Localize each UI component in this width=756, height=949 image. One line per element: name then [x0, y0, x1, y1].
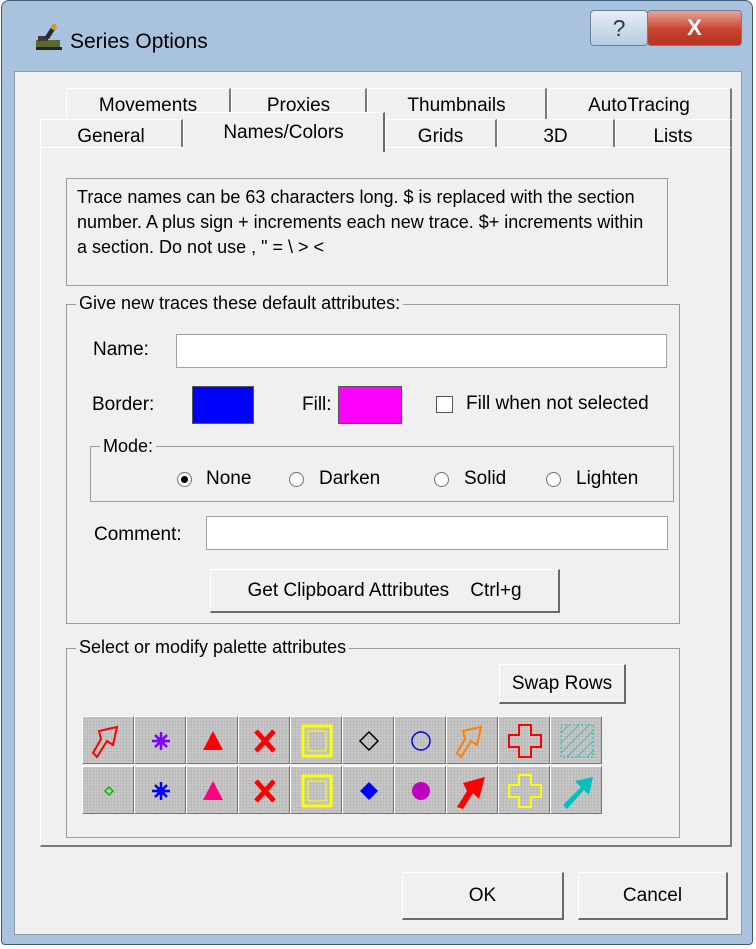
- yellow-square-outline-icon: [301, 774, 333, 808]
- palette-button[interactable]: [134, 766, 186, 814]
- swap-rows-button[interactable]: Swap Rows: [499, 664, 626, 704]
- palette-button[interactable]: [550, 716, 602, 764]
- palette-button[interactable]: [238, 766, 290, 814]
- info-text: Trace names can be 63 characters long. $…: [66, 178, 668, 286]
- yellow-cross-outline-icon: [508, 774, 542, 808]
- palette-button[interactable]: [394, 766, 446, 814]
- black-diamond-outline-icon: [358, 730, 380, 752]
- palette-button[interactable]: [290, 716, 342, 764]
- palette-button[interactable]: [498, 766, 550, 814]
- palette-button[interactable]: [186, 716, 238, 764]
- mode-lighten-label: Lighten: [576, 468, 639, 489]
- red-x-icon: [254, 779, 276, 803]
- blue-star-icon: [152, 782, 170, 800]
- palette-button[interactable]: [342, 716, 394, 764]
- yellow-square-outline-icon: [301, 724, 333, 758]
- get-clipboard-label: Get Clipboard Attributes Ctrl+g: [247, 579, 522, 601]
- palette-group-label: Select or modify palette attributes: [76, 637, 350, 658]
- fill-color-swatch[interactable]: [338, 386, 402, 424]
- palette-button[interactable]: [82, 716, 134, 764]
- red-x-icon: [254, 729, 276, 753]
- border-label: Border:: [92, 394, 155, 415]
- tab-label: Grids: [417, 125, 464, 147]
- cancel-button[interactable]: Cancel: [578, 872, 728, 920]
- red-triangle-icon: [203, 731, 223, 750]
- tab-autotracing[interactable]: AutoTracing: [547, 88, 732, 122]
- tab-label: Lists: [653, 125, 693, 147]
- tab-label: AutoTracing: [588, 94, 690, 116]
- mode-label: Mode:: [100, 436, 157, 457]
- magenta-triangle-icon: [203, 781, 223, 800]
- ok-button[interactable]: OK: [402, 872, 564, 920]
- palette-button[interactable]: [550, 766, 602, 814]
- green-diamond-small-icon: [103, 785, 115, 797]
- palette-button[interactable]: [82, 766, 134, 814]
- palette-button[interactable]: [186, 766, 238, 814]
- name-input[interactable]: [176, 334, 667, 368]
- default-attributes-label: Give new traces these default attributes…: [76, 293, 404, 314]
- cancel-label: Cancel: [622, 884, 683, 906]
- close-icon: X: [687, 15, 702, 40]
- fill-label: Fill:: [302, 394, 332, 415]
- mode-solid-radio[interactable]: [434, 472, 449, 487]
- fill-when-not-selected-label: Fill when not selected: [466, 393, 649, 414]
- palette-button[interactable]: [342, 766, 394, 814]
- mode-solid-label: Solid: [464, 468, 507, 489]
- border-color-swatch[interactable]: [192, 386, 254, 424]
- ok-label: OK: [468, 884, 497, 906]
- red-cross-outline-icon: [508, 724, 542, 758]
- mode-darken-label: Darken: [319, 468, 381, 489]
- mode-darken-radio[interactable]: [289, 472, 304, 487]
- palette-button[interactable]: [446, 716, 498, 764]
- comment-input[interactable]: [206, 516, 668, 550]
- comment-label: Comment:: [94, 524, 182, 545]
- tab-label: Names/Colors: [223, 121, 344, 143]
- blue-diamond-filled-icon: [360, 782, 378, 800]
- red-arrow-filled-icon: [457, 777, 485, 809]
- tab-label: Thumbnails: [407, 94, 506, 116]
- magenta-circle-filled-icon: [412, 782, 430, 800]
- tab-names-colors[interactable]: Names/Colors: [183, 112, 385, 152]
- purple-star-icon: [152, 732, 170, 750]
- palette-button[interactable]: [134, 716, 186, 764]
- mode-none-label: None: [206, 468, 252, 489]
- blue-circle-outline-icon: [411, 731, 431, 751]
- palette-button[interactable]: [498, 716, 550, 764]
- palette-button[interactable]: [238, 716, 290, 764]
- palette-button[interactable]: [394, 716, 446, 764]
- title-bar[interactable]: Series Options ? X: [2, 1, 752, 71]
- palette-button[interactable]: [290, 766, 342, 814]
- help-button[interactable]: ?: [590, 10, 648, 46]
- swap-rows-label: Swap Rows: [511, 672, 613, 694]
- cyan-arrow-filled-icon: [563, 777, 593, 809]
- app-icon: [36, 24, 62, 50]
- orange-arrow-outline-icon: [455, 725, 483, 759]
- fill-when-not-selected-checkbox[interactable]: [436, 396, 453, 413]
- help-icon: ?: [612, 14, 626, 41]
- get-clipboard-attributes-button[interactable]: Get Clipboard Attributes Ctrl+g: [210, 569, 560, 613]
- window-title: Series Options: [70, 30, 208, 53]
- name-label: Name:: [93, 339, 149, 360]
- tab-label: 3D: [543, 125, 568, 147]
- close-button[interactable]: X: [647, 10, 742, 46]
- tab-label: General: [77, 125, 145, 147]
- cyan-hatched-square-icon: [560, 724, 594, 758]
- mode-lighten-radio[interactable]: [546, 472, 561, 487]
- red-arrow-outline-icon: [91, 725, 119, 759]
- tab-thumbnails[interactable]: Thumbnails: [367, 88, 547, 122]
- mode-none-radio[interactable]: [177, 472, 192, 487]
- palette-button[interactable]: [446, 766, 498, 814]
